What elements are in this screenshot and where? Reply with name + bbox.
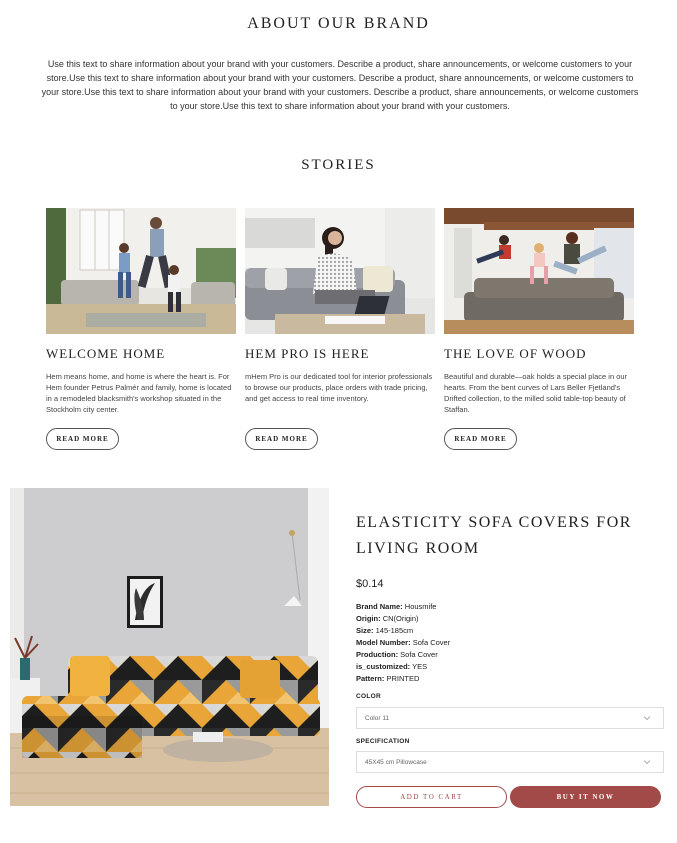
spec-label: Model Number:: [356, 638, 411, 647]
story-card: THE LOVE OF WOOD Beautiful and durable—o…: [444, 208, 634, 450]
product-title: ELASTICITY SOFA COVERS FOR LIVING ROOM: [356, 514, 632, 557]
spec-label: Production:: [356, 650, 399, 659]
story-image-family-jumping[interactable]: [444, 208, 634, 334]
buy-it-now-button[interactable]: BUY IT NOW: [510, 786, 661, 808]
spec-value: PRINTED: [386, 674, 420, 683]
spec-row: Size: 145-185cm: [356, 625, 450, 637]
spec-row: Pattern: PRINTED: [356, 673, 450, 685]
story-image-woman-laptop[interactable]: [245, 208, 435, 334]
color-select[interactable]: Color 11: [356, 707, 664, 729]
spec-label: Size:: [356, 626, 374, 635]
spec-row: Origin: CN(Origin): [356, 613, 450, 625]
story-image-family-dancing[interactable]: [46, 208, 236, 334]
read-more-button[interactable]: READ MORE: [46, 428, 119, 450]
story-excerpt: Hem means home, and home is where the he…: [46, 372, 232, 414]
spec-value: YES: [412, 662, 428, 671]
chevron-down-icon: [643, 760, 651, 765]
spec-row: Model Number: Sofa Cover: [356, 637, 450, 649]
spec-value: Sofa Cover: [412, 638, 451, 647]
spec-value: Housmife: [404, 602, 437, 611]
about-text: Use this text to share information about…: [41, 59, 639, 111]
specification-label: SPECIFICATION: [356, 738, 410, 745]
story-title[interactable]: HEM PRO IS HERE: [245, 346, 435, 362]
chevron-down-icon: [643, 716, 651, 721]
read-more-button[interactable]: READ MORE: [245, 428, 318, 450]
spec-value: 145-185cm: [375, 626, 414, 635]
about-title: ABOUT OUR BRAND: [247, 15, 430, 32]
story-title[interactable]: THE LOVE OF WOOD: [444, 346, 634, 362]
spec-value: CN(Origin): [382, 614, 419, 623]
spec-label: Origin:: [356, 614, 381, 623]
spec-row: Brand Name: Housmife: [356, 601, 450, 613]
color-select-value: Color 11: [365, 714, 390, 722]
spec-row: is_customized: YES: [356, 661, 450, 673]
story-card: WELCOME HOME Hem means home, and home is…: [46, 208, 236, 450]
add-to-cart-button[interactable]: ADD TO CART: [356, 786, 507, 808]
color-label: COLOR: [356, 693, 381, 700]
product-image-sofa[interactable]: [10, 488, 329, 806]
story-excerpt: mHem Pro is our dedicated tool for inter…: [245, 372, 433, 403]
spec-label: Pattern:: [356, 674, 385, 683]
specification-select[interactable]: 45X45 cm Pillowcase: [356, 751, 664, 773]
story-excerpt: Beautiful and durable—oak holds a specia…: [444, 372, 628, 414]
spec-value: Sofa Cover: [400, 650, 438, 659]
product-price: $0.14: [356, 578, 384, 590]
story-card: HEM PRO IS HERE mHem Pro is our dedicate…: [245, 208, 435, 450]
spec-label: Brand Name:: [356, 602, 403, 611]
spec-row: Production: Sofa Cover: [356, 649, 450, 661]
story-title[interactable]: WELCOME HOME: [46, 346, 236, 362]
product-specs: Brand Name: Housmife Origin: CN(Origin) …: [356, 601, 450, 685]
read-more-button[interactable]: READ MORE: [444, 428, 517, 450]
stories-title: STORIES: [301, 157, 376, 173]
spec-label: is_customized:: [356, 662, 411, 671]
specification-select-value: 45X45 cm Pillowcase: [365, 758, 427, 766]
